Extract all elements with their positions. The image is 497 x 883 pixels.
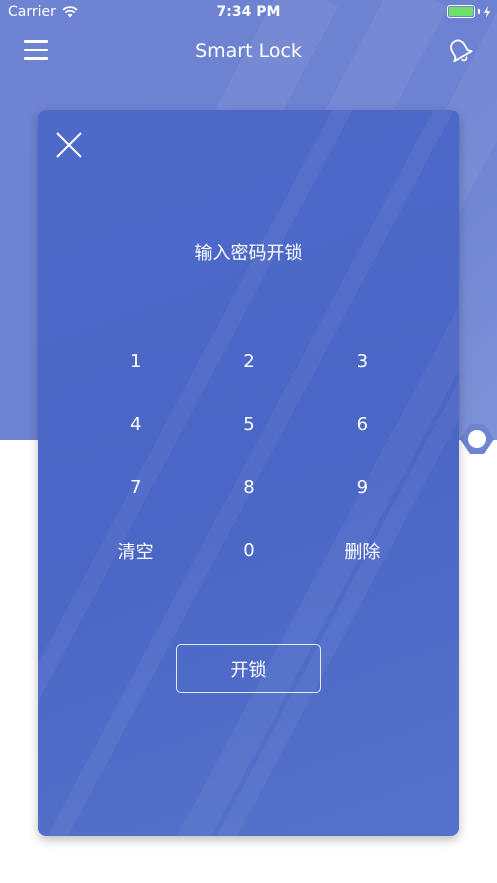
clear-button[interactable]: 清空 <box>79 519 192 582</box>
delete-button[interactable]: 删除 <box>306 519 419 582</box>
unlock-button[interactable]: 开锁 <box>176 644 321 693</box>
key-5[interactable]: 5 <box>192 393 305 456</box>
key-7[interactable]: 7 <box>79 456 192 519</box>
key-6[interactable]: 6 <box>306 393 419 456</box>
key-0[interactable]: 0 <box>192 519 305 582</box>
password-dialog: 输入密码开锁 1 2 3 4 5 6 7 8 9 清空 0 删除 开锁 <box>38 110 459 836</box>
unlock-prompt: 输入密码开锁 <box>194 243 303 264</box>
navigation-bar: Smart Lock <box>0 26 497 76</box>
status-bar: Carrier 7:34 PM <box>0 0 497 26</box>
status-time: 7:34 PM <box>216 4 281 20</box>
key-1[interactable]: 1 <box>79 330 192 393</box>
key-8[interactable]: 8 <box>192 456 305 519</box>
close-icon[interactable] <box>54 130 84 160</box>
key-4[interactable]: 4 <box>79 393 192 456</box>
keypad: 1 2 3 4 5 6 7 8 9 清空 0 删除 <box>79 330 419 582</box>
charging-bolt-icon <box>484 5 490 18</box>
battery-icon <box>447 5 491 18</box>
key-9[interactable]: 9 <box>306 456 419 519</box>
side-panel-icon[interactable] <box>456 418 496 460</box>
bell-icon[interactable] <box>445 36 475 66</box>
key-3[interactable]: 3 <box>306 330 419 393</box>
page-title: Smart Lock <box>195 40 302 62</box>
key-2[interactable]: 2 <box>192 330 305 393</box>
